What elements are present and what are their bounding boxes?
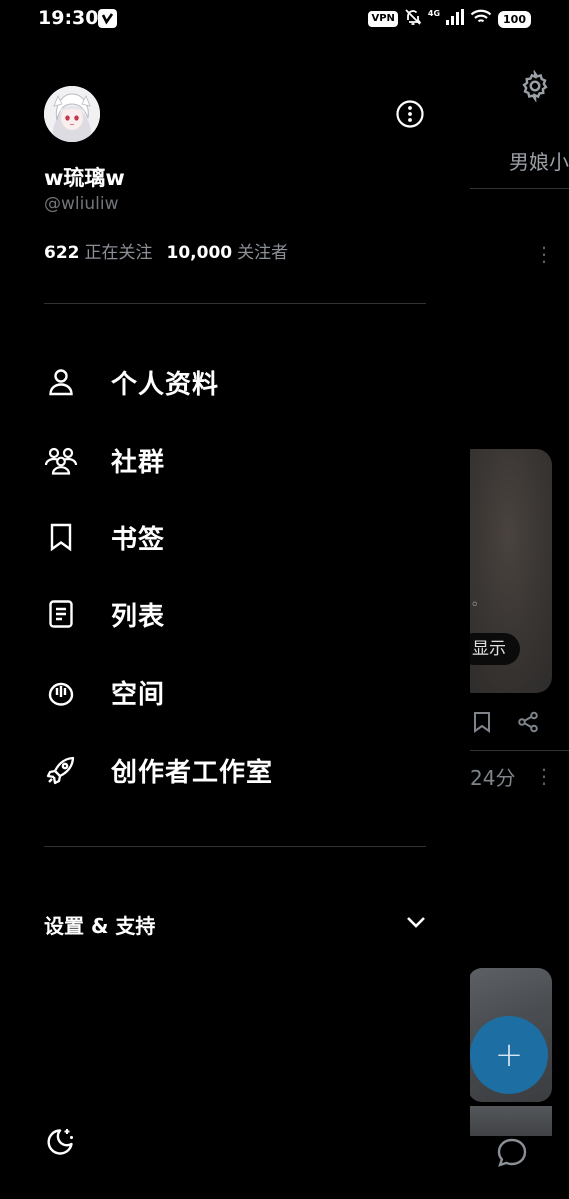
account-more-button[interactable] [394,98,426,134]
menu-label: 创作者工作室 [111,757,274,788]
tab-divider [470,188,569,189]
plus-icon: + [494,1035,524,1075]
following-link[interactable]: 622 正在关注 [44,243,153,263]
tab-partial[interactable]: 男娘小 [509,146,569,175]
user-handle: @wliuliw [44,194,119,214]
moon-icon [44,1129,76,1162]
wifi-icon [470,9,492,29]
theme-toggle-button[interactable] [44,1126,76,1162]
rocket-icon [44,753,78,787]
post-timestamp: 24分 [470,766,516,790]
navigation-drawer: w琉璃w @wliuliw 622 正在关注 10,000 关注者 个人资料 社… [0,0,470,1199]
menu-label: 空间 [111,679,166,710]
screen: 男娘小 ⋮ 。 显示 24分 ⋮ + 19:30 VPN 4G 100 w琉璃w… [0,0,569,1199]
more-icon[interactable]: ⋮ [534,244,554,264]
compose-button[interactable]: + [470,1016,548,1094]
vpn-badge: VPN [368,11,398,27]
bookmark-icon[interactable] [472,711,492,737]
menu-label: 社群 [111,447,166,478]
menu-label: 列表 [111,601,166,632]
post-text-fragment: 。 [472,593,486,609]
settings-support-toggle[interactable]: 设置 & 支持 [44,904,428,944]
chevron-down-icon [404,910,428,938]
menu-item-profile[interactable]: 个人资料 [44,354,444,410]
follow-stats: 622 正在关注 10,000 关注者 [44,238,288,263]
menu-label: 书签 [111,524,166,555]
spaces-icon [44,675,78,709]
status-time: 19:30 [38,7,99,29]
bookmark-icon [44,520,78,554]
menu-item-lists[interactable]: 列表 [44,586,444,642]
status-icons: VPN 4G 100 [368,8,531,30]
avatar[interactable] [44,86,100,142]
notification-app-icon [98,9,117,28]
divider [44,846,426,847]
signal-icon [446,9,465,29]
menu-item-bookmarks[interactable]: 书签 [44,509,444,565]
following-count: 622 [44,243,80,263]
display-name[interactable]: w琉璃w [44,162,125,192]
post-divider [470,750,569,751]
mute-icon [404,8,422,30]
gear-icon[interactable] [519,69,551,106]
menu-item-creator-studio[interactable]: 创作者工作室 [44,742,444,798]
messages-icon[interactable] [495,1136,529,1174]
followers-count: 10,000 [166,243,233,263]
menu-item-communities[interactable]: 社群 [44,432,444,488]
divider [44,303,426,304]
network-type: 4G [427,8,441,18]
status-bar: 19:30 VPN 4G 100 [0,0,569,38]
battery-indicator: 100 [498,10,531,28]
settings-support-label: 设置 & 支持 [44,913,156,938]
followers-label: 关注者 [237,243,289,263]
communities-icon [44,443,78,477]
share-icon[interactable] [517,711,539,737]
following-label: 正在关注 [84,243,153,263]
menu-label: 个人资料 [111,369,220,400]
menu-item-spaces[interactable]: 空间 [44,664,444,720]
post-media[interactable] [470,1106,552,1136]
more-icon[interactable]: ⋮ [534,766,554,786]
list-icon [44,597,78,631]
person-icon [44,365,78,399]
followers-link[interactable]: 10,000 关注者 [167,243,289,263]
